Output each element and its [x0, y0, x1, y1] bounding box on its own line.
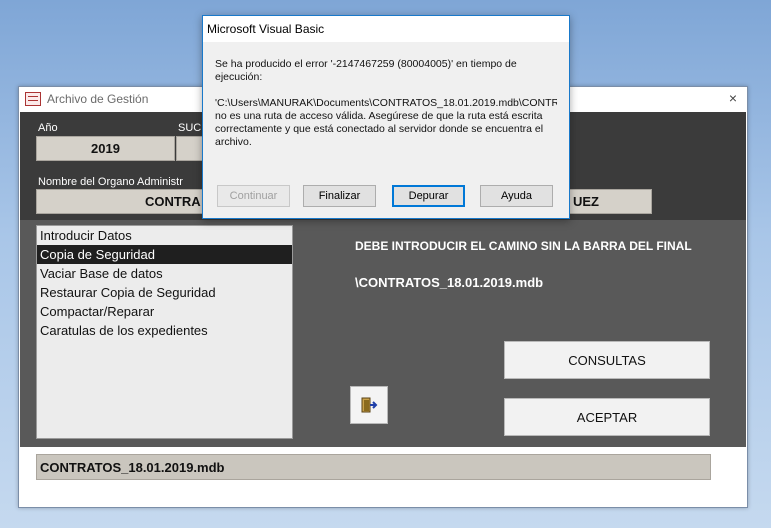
list-item[interactable]: Copia de Seguridad — [37, 245, 292, 264]
form-footer: CONTRATOS_18.01.2019.mdb — [20, 447, 746, 505]
ayuda-button[interactable]: Ayuda — [480, 185, 553, 207]
close-icon[interactable]: × — [729, 90, 737, 106]
dialog-title: Microsoft Visual Basic — [207, 22, 325, 36]
organ-field-text: CONTRA — [145, 194, 201, 209]
exit-door-icon — [361, 397, 378, 413]
list-item[interactable]: Introducir Datos — [37, 226, 292, 245]
error-message-line: ejecución: — [215, 71, 263, 83]
continuar-button: Continuar — [217, 185, 290, 207]
error-message-line: 'C:\Users\MANURAK\Documents\CONTRATOS_18… — [215, 97, 557, 109]
exit-button[interactable] — [350, 386, 388, 424]
file-name-field[interactable]: CONTRATOS_18.01.2019.mdb — [36, 454, 711, 480]
list-item[interactable]: Compactar/Reparar — [37, 302, 292, 321]
consultas-button[interactable]: CONSULTAS — [504, 341, 710, 379]
path-text: \CONTRATOS_18.01.2019.mdb — [355, 275, 544, 290]
aceptar-button[interactable]: ACEPTAR — [504, 398, 710, 436]
form-title: Archivo de Gestión — [47, 92, 149, 106]
vb-error-dialog: Microsoft Visual Basic Se ha producido e… — [202, 15, 570, 219]
dialog-titlebar[interactable]: Microsoft Visual Basic — [203, 16, 569, 42]
list-item[interactable]: Caratulas de los expedientes — [37, 321, 292, 340]
options-listbox[interactable]: Introducir Datos Copia de Seguridad Vaci… — [36, 225, 293, 439]
form-icon — [25, 92, 41, 106]
error-message-line: archivo. — [215, 136, 252, 148]
finalizar-button[interactable]: Finalizar — [303, 185, 376, 207]
list-item[interactable]: Vaciar Base de datos — [37, 264, 292, 283]
year-label: Año — [38, 122, 58, 134]
error-message-line: correctamente y que está conectado al se… — [215, 123, 544, 135]
error-message-line: Se ha producido el error '-2147467259 (8… — [215, 58, 517, 70]
instruction-text: DEBE INTRODUCIR EL CAMINO SIN LA BARRA D… — [355, 239, 692, 253]
organ-label: Nombre del Organo Administr — [38, 176, 183, 188]
error-message-line: no es una ruta de acceso válida. Asegúre… — [215, 110, 543, 122]
organ-field-text-right: UEZ — [573, 194, 599, 209]
depurar-button[interactable]: Depurar — [392, 185, 465, 207]
form-detail: Introducir Datos Copia de Seguridad Vaci… — [20, 220, 746, 447]
year-field[interactable]: 2019 — [36, 136, 175, 161]
list-item[interactable]: Restaurar Copia de Seguridad — [37, 283, 292, 302]
